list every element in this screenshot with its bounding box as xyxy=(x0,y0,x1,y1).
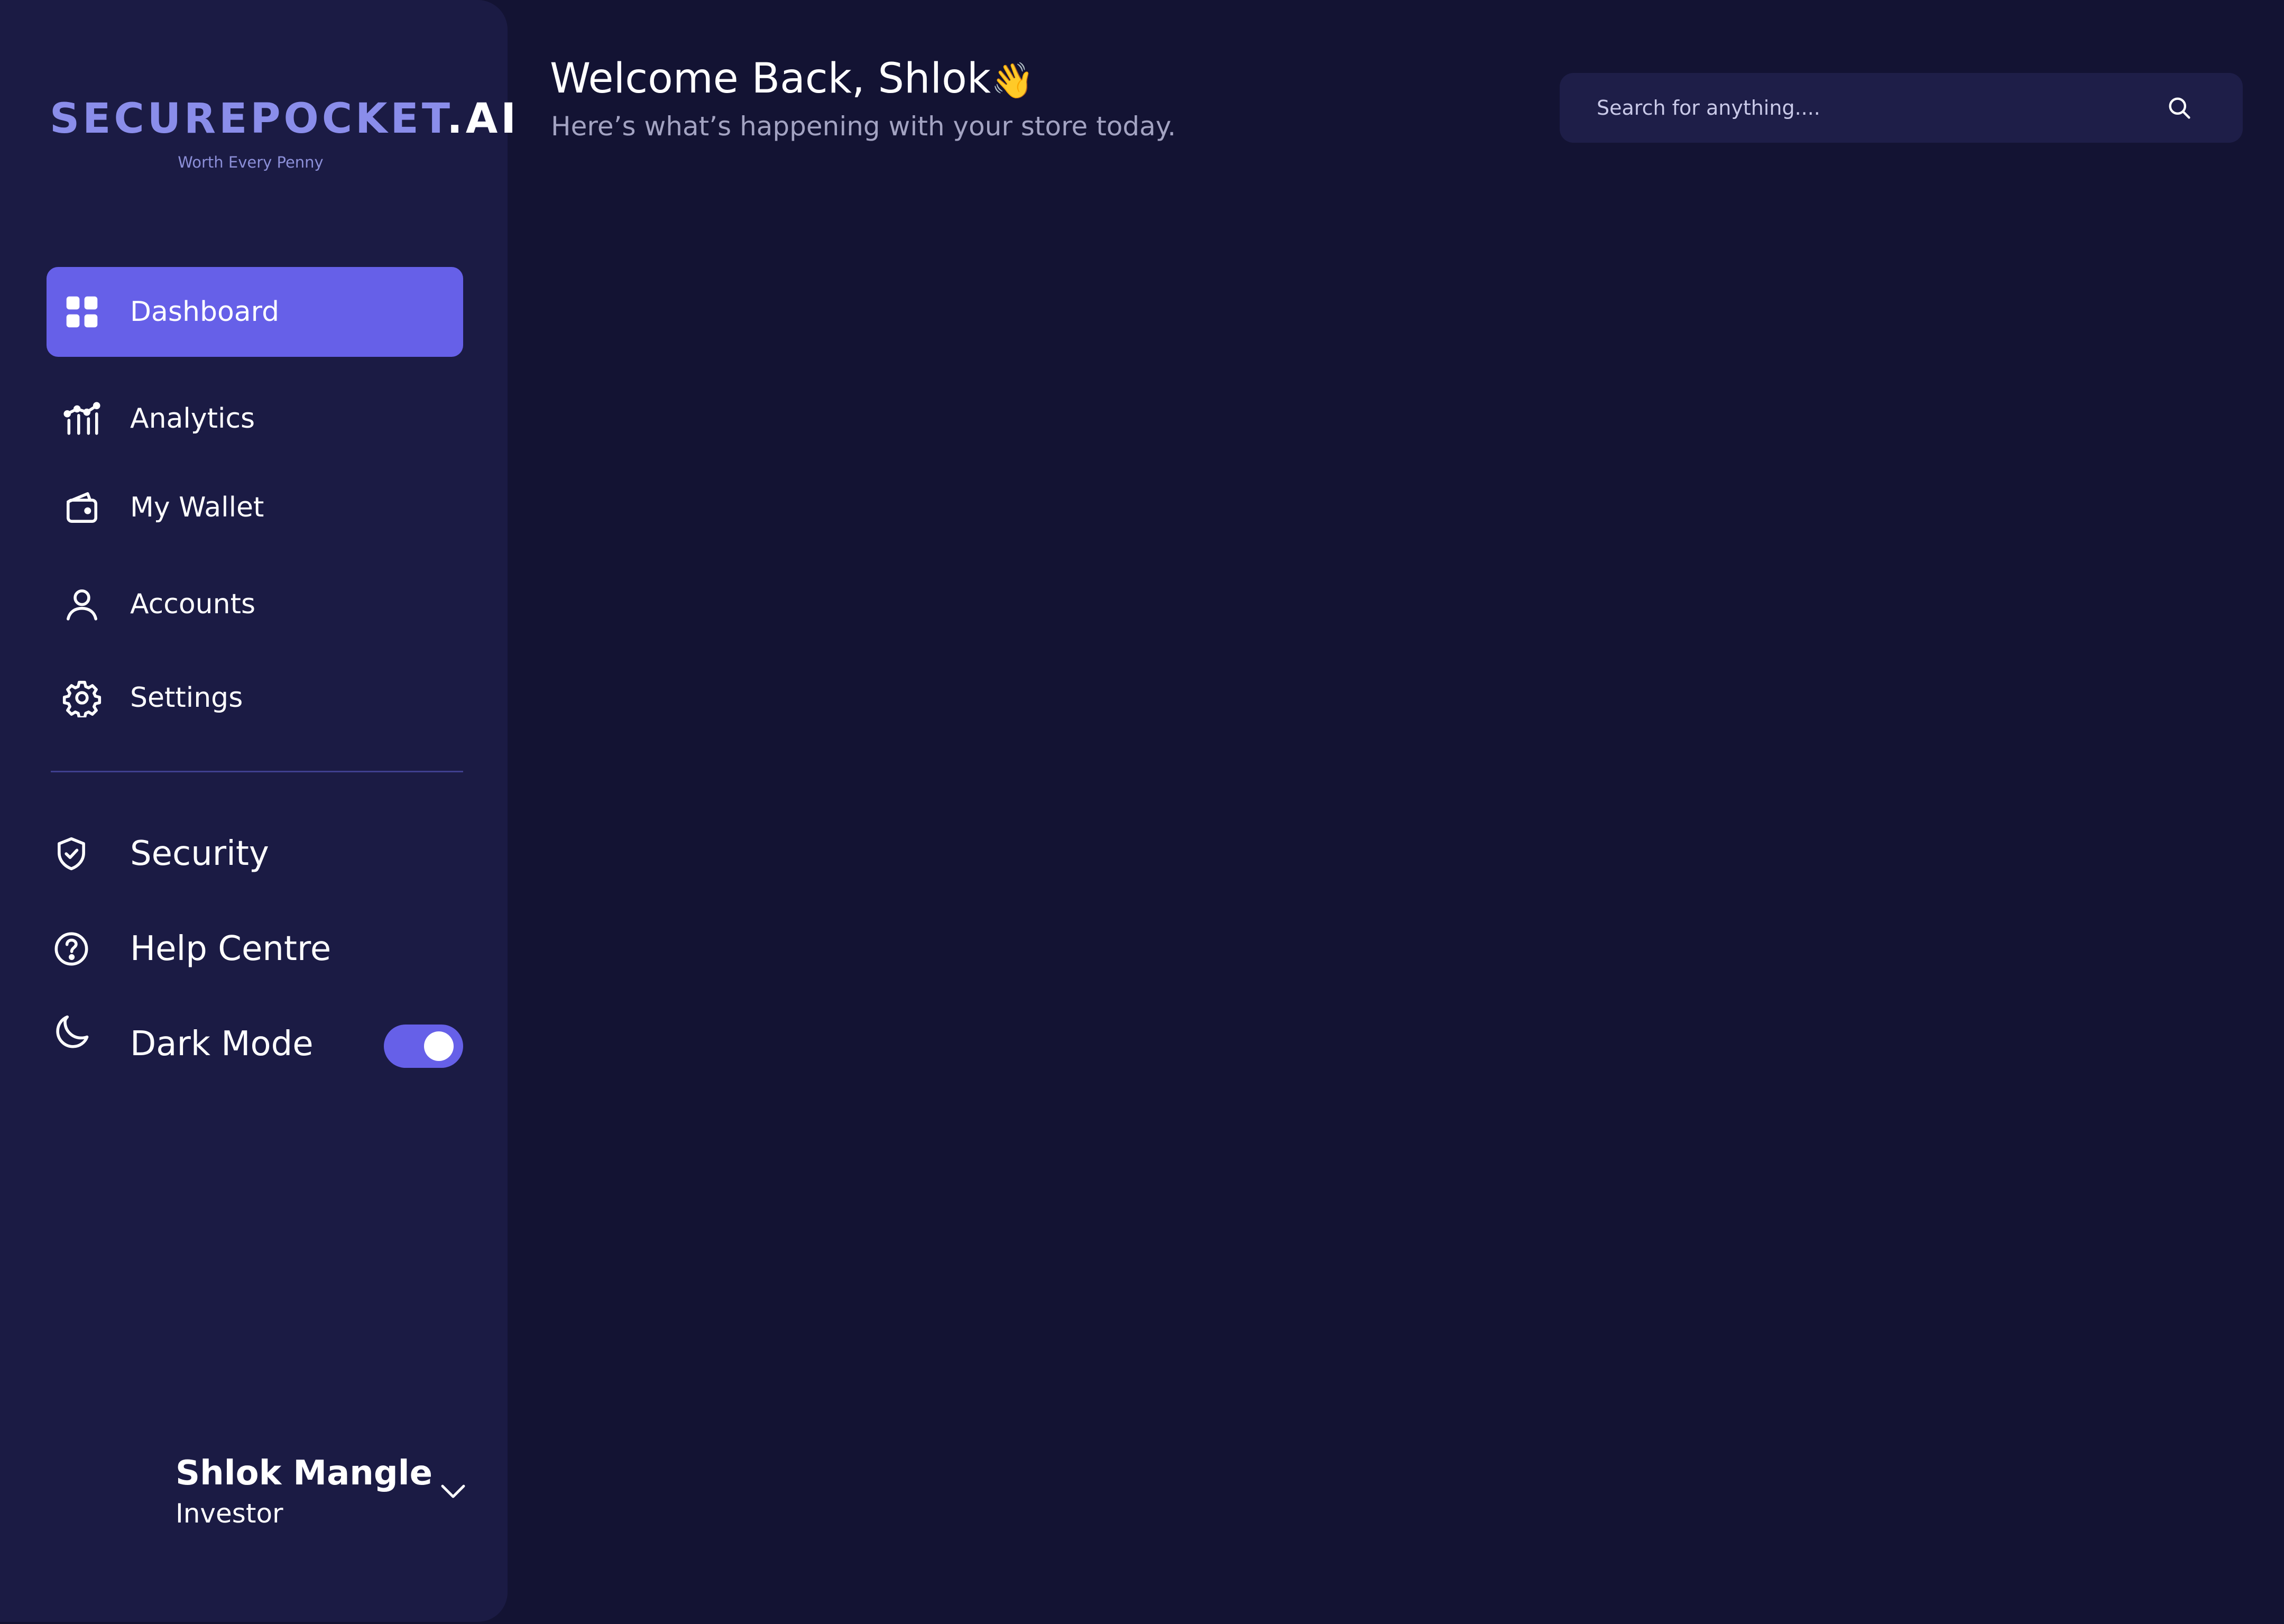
user-role: Investor xyxy=(176,1498,283,1529)
page-title: Welcome Back, Shlok👋 xyxy=(550,55,1034,103)
user-icon xyxy=(62,585,102,624)
user-name: Shlok Mangle xyxy=(176,1454,432,1493)
sidebar-item-wallet[interactable]: My Wallet xyxy=(47,463,463,552)
sidebar-divider xyxy=(51,771,463,772)
analytics-icon xyxy=(62,399,102,438)
sidebar-item-label: Accounts xyxy=(130,588,256,620)
logo-tagline: Worth Every Penny xyxy=(178,153,324,171)
sidebar-item-analytics[interactable]: Analytics xyxy=(47,374,463,464)
shield-icon xyxy=(52,834,91,873)
sidebar-item-label: Analytics xyxy=(130,403,255,435)
gear-icon xyxy=(62,678,102,717)
sidebar-item-settings[interactable]: Settings xyxy=(47,653,463,743)
sidebar-item-label: Help Centre xyxy=(130,929,331,968)
sidebar: SECUREPOCKET.AI Worth Every Penny Dashbo… xyxy=(0,0,516,1622)
sidebar-item-label: Settings xyxy=(130,682,243,714)
sidebar-item-help-centre[interactable]: Help Centre xyxy=(47,904,463,994)
sidebar-item-security[interactable]: Security xyxy=(47,809,463,899)
sidebar-item-label: Security xyxy=(130,834,269,873)
page-subtitle: Here’s what’s happening with your store … xyxy=(551,111,1176,142)
chevron-down-icon[interactable] xyxy=(439,1480,467,1501)
toggle-knob xyxy=(424,1031,454,1061)
dark-mode-toggle[interactable] xyxy=(384,1025,463,1068)
sidebar-item-label: Dark Mode xyxy=(130,1025,314,1064)
grid-icon xyxy=(62,292,102,331)
sidebar-item-dashboard[interactable]: Dashboard xyxy=(47,267,463,357)
search-icon[interactable] xyxy=(2166,94,2193,122)
logo-text-primary: SECUREPOCKET xyxy=(50,95,447,143)
wave-emoji-icon: 👋 xyxy=(991,60,1035,101)
search-bar xyxy=(1560,73,2243,143)
moon-icon xyxy=(52,1012,91,1051)
logo-text-secondary: .AI xyxy=(447,95,520,143)
search-input[interactable] xyxy=(1596,73,2151,143)
logo[interactable]: SECUREPOCKET.AI xyxy=(50,95,516,143)
wallet-icon xyxy=(62,488,102,527)
sidebar-item-label: My Wallet xyxy=(130,492,264,523)
sidebar-item-accounts[interactable]: Accounts xyxy=(47,559,463,649)
help-icon xyxy=(52,929,91,968)
sidebar-item-label: Dashboard xyxy=(130,296,280,328)
welcome-text: Welcome Back, Shlok xyxy=(550,55,991,103)
